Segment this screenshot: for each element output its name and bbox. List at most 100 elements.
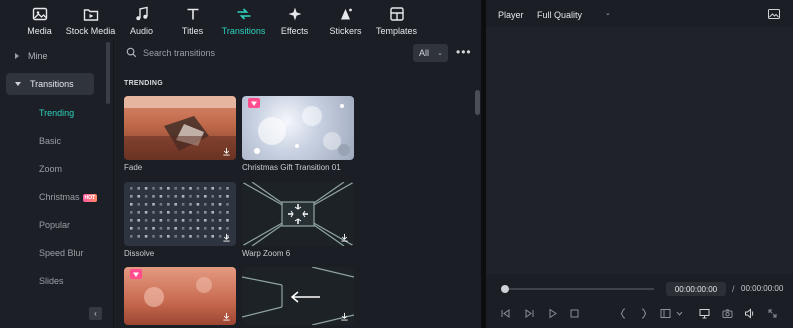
toolbar-tab-stickers[interactable]: Stickers — [320, 0, 371, 39]
sidebar-item-mine[interactable]: Mine — [6, 45, 94, 67]
dissolve-dot — [174, 219, 177, 222]
display-monitor-icon[interactable] — [699, 308, 710, 319]
quality-dropdown[interactable]: Full Quality — [537, 10, 582, 20]
transition-card-christmas-gift[interactable] — [242, 96, 354, 160]
dissolve-dot — [226, 187, 229, 190]
dissolve-dot — [218, 187, 222, 190]
play-icon[interactable] — [547, 308, 558, 319]
toolbar-tab-audio[interactable]: Audio — [116, 0, 167, 39]
fullscreen-icon[interactable] — [767, 308, 778, 319]
dissolve-dot — [130, 211, 133, 214]
dissolve-dot — [181, 187, 185, 190]
toolbar-tab-transitions[interactable]: Transitions — [218, 0, 269, 39]
dissolve-dot — [226, 195, 229, 198]
content-scrollbar[interactable] — [475, 90, 480, 115]
more-options-icon[interactable]: ••• — [456, 45, 472, 59]
dissolve-dot — [159, 203, 163, 206]
dissolve-dot — [174, 203, 177, 206]
dissolve-dot — [130, 227, 133, 230]
download-icon[interactable] — [340, 233, 349, 242]
sidebar-sub-popular[interactable]: Popular — [39, 220, 70, 230]
dissolve-dot — [181, 211, 185, 214]
video-preview[interactable] — [486, 27, 793, 274]
dissolve-dot — [137, 227, 140, 230]
dissolve-dot — [159, 187, 163, 190]
transition-card-fade[interactable] — [124, 96, 236, 160]
volume-icon[interactable] — [744, 308, 755, 319]
player-panel: Player Full Quality ⌄ 00:00:00:00 / 00:0… — [486, 0, 793, 328]
sidebar-scrollbar[interactable] — [106, 42, 110, 104]
next-frame-icon[interactable] — [524, 308, 535, 319]
sidebar-sub-trending[interactable]: Trending — [39, 108, 74, 118]
snapshot-image-icon[interactable] — [768, 9, 780, 19]
dissolve-dot — [130, 235, 133, 238]
transition-card[interactable] — [124, 267, 236, 325]
transition-card-dissolve[interactable] — [124, 182, 236, 246]
sidebar-sub-basic[interactable]: Basic — [39, 136, 61, 146]
download-icon[interactable] — [340, 312, 349, 321]
mark-out-icon[interactable] — [638, 308, 649, 319]
sidebar-sub-slides[interactable]: Slides — [39, 276, 64, 286]
dissolve-dot — [174, 227, 177, 230]
dissolve-dot — [130, 219, 133, 222]
dissolve-dot — [167, 195, 170, 198]
dissolve-dot — [196, 235, 200, 238]
download-icon[interactable] — [222, 147, 231, 156]
dissolve-dot — [152, 211, 155, 214]
sidebar-sub-christmas[interactable]: Christmas HOT — [39, 192, 98, 202]
mark-in-icon[interactable] — [618, 308, 629, 319]
sidebar-sub-zoom[interactable]: Zoom — [39, 164, 62, 174]
transitions-browser: All ⌄ ••• TRENDING Fade Christmas Gift T… — [114, 39, 481, 328]
search-icon — [126, 47, 137, 58]
dissolve-dot — [167, 203, 170, 206]
dissolve-dot — [152, 203, 155, 206]
playhead-handle[interactable] — [501, 285, 509, 293]
download-icon[interactable] — [222, 312, 231, 321]
dissolve-dot — [204, 203, 207, 206]
dissolve-dot — [211, 203, 214, 206]
dissolve-dot — [189, 187, 192, 190]
filter-dropdown[interactable]: All ⌄ — [413, 44, 448, 62]
chevron-down-icon[interactable] — [674, 308, 683, 319]
timeline-scrubber[interactable] — [504, 288, 654, 290]
music-note-icon — [135, 6, 148, 21]
camera-icon[interactable] — [722, 308, 733, 319]
dissolve-dot — [218, 203, 222, 206]
thumbnail-dissolve-dots — [130, 187, 229, 238]
toolbar-tab-label: Effects — [280, 26, 309, 36]
dissolve-dot — [137, 211, 140, 214]
dissolve-dot — [130, 187, 133, 190]
toolbar-tab-effects[interactable]: Effects — [269, 0, 320, 39]
dissolve-dot — [144, 195, 148, 198]
previous-frame-icon[interactable] — [500, 308, 511, 319]
card-label: Christmas Gift Transition 01 — [242, 163, 341, 172]
current-time[interactable]: 00:00:00:00 — [666, 282, 726, 296]
dissolve-dot — [211, 195, 214, 198]
dissolve-dot — [189, 195, 192, 198]
dissolve-dot — [189, 211, 192, 214]
dissolve-dot — [167, 235, 170, 238]
transition-card[interactable] — [242, 267, 354, 325]
toolbar-tab-templates[interactable]: Templates — [371, 0, 422, 39]
dissolve-dot — [196, 227, 200, 230]
download-icon[interactable] — [338, 144, 350, 156]
dissolve-dot — [181, 219, 185, 222]
toolbar-tab-titles[interactable]: Titles — [167, 0, 218, 39]
dissolve-dot — [211, 187, 214, 190]
search-input[interactable] — [143, 46, 343, 60]
dissolve-dot — [226, 219, 229, 222]
collapse-sidebar-button[interactable]: ‹ — [89, 307, 102, 320]
stock-media-icon — [83, 9, 98, 21]
toolbar-tab-media[interactable]: Media — [14, 0, 65, 39]
sidebar-sub-speed-blur[interactable]: Speed Blur — [39, 248, 84, 258]
chevron-down-icon[interactable]: ⌄ — [605, 9, 611, 17]
stop-icon[interactable] — [569, 308, 580, 319]
toolbar-tab-stock-media[interactable]: Stock Media — [65, 0, 116, 39]
dissolve-dot — [137, 203, 140, 206]
sidebar-item-transitions[interactable]: Transitions — [6, 73, 94, 95]
transition-card-warp-zoom[interactable] — [242, 182, 354, 246]
download-icon[interactable] — [222, 233, 231, 242]
dissolve-dot — [226, 227, 229, 230]
search-bar: All ⌄ ••• — [114, 39, 481, 67]
split-view-icon[interactable] — [660, 308, 671, 319]
